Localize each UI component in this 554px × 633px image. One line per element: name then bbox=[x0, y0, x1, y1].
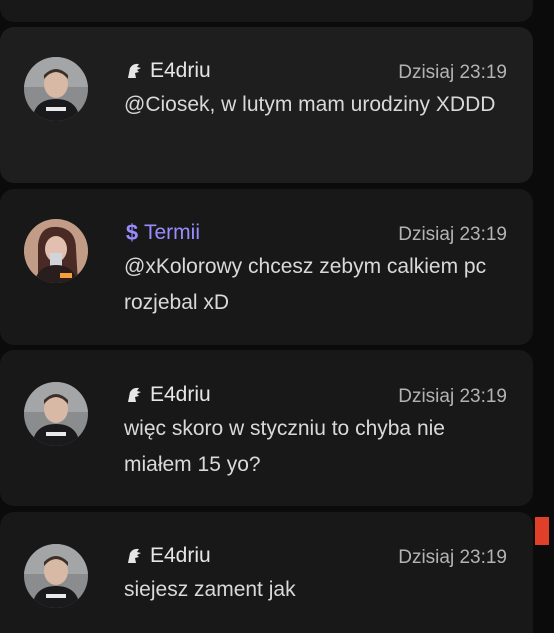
message-author[interactable]: E4driu bbox=[124, 383, 211, 407]
helmet-icon bbox=[128, 63, 141, 78]
message-author[interactable]: $ Termii bbox=[124, 221, 200, 245]
message-author[interactable]: E4driu bbox=[124, 59, 211, 83]
message-timestamp: Dzisiaj 23:19 bbox=[398, 547, 507, 568]
avatar[interactable] bbox=[24, 57, 88, 121]
message-text: @Ciosek, w lutym mam urodziny XDDD bbox=[124, 93, 496, 116]
author-name: E4driu bbox=[150, 544, 211, 567]
message-timestamp: Dzisiaj 23:19 bbox=[398, 386, 507, 407]
author-name: E4driu bbox=[150, 59, 211, 82]
message-author[interactable]: E4driu bbox=[124, 544, 211, 568]
message-card[interactable]: E4driu Dzisiaj 23:19 siejesz zament jak bbox=[0, 512, 533, 633]
helmet-icon bbox=[128, 387, 141, 402]
message-timestamp: Dzisiaj 23:19 bbox=[398, 224, 507, 245]
helmet-icon bbox=[128, 548, 141, 563]
message-card[interactable]: E4driu Dzisiaj 23:19 @Ciosek, w lutym ma… bbox=[0, 27, 533, 183]
chat-feed: E4driu Dzisiaj 23:19 @Ciosek, w lutym ma… bbox=[0, 0, 554, 633]
avatar[interactable] bbox=[24, 544, 88, 608]
author-name: Termii bbox=[144, 221, 200, 244]
message-card[interactable]: E4driu Dzisiaj 23:19 więc skoro w styczn… bbox=[0, 350, 533, 506]
message-text: @xKolorowy chcesz zebym calkiem pc rozje… bbox=[124, 255, 487, 314]
message-card-previous bbox=[0, 0, 533, 22]
scrollbar-thumb[interactable] bbox=[535, 517, 549, 545]
message-text: siejesz zament jak bbox=[124, 578, 296, 601]
author-name: E4driu bbox=[150, 383, 211, 406]
message-text: więc skoro w styczniu to chyba nie miałe… bbox=[124, 417, 445, 476]
message-card[interactable]: $ Termii Dzisiaj 23:19 @xKolorowy chcesz… bbox=[0, 189, 533, 345]
dollar-icon: $ bbox=[125, 220, 139, 245]
message-timestamp: Dzisiaj 23:19 bbox=[398, 62, 507, 83]
avatar[interactable] bbox=[24, 219, 88, 283]
avatar[interactable] bbox=[24, 382, 88, 446]
